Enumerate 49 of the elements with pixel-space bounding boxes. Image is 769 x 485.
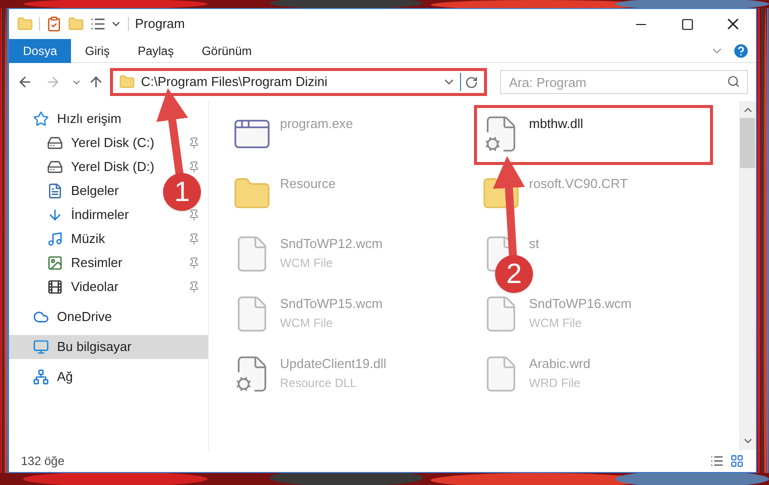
- ribbon-tab[interactable]: Paylaş: [124, 38, 188, 62]
- checklist-icon[interactable]: [46, 16, 62, 32]
- sidebar-item[interactable]: OneDrive: [9, 305, 120, 329]
- star-icon: [33, 111, 49, 127]
- large-icons-view-icon[interactable]: [730, 454, 744, 468]
- back-icon[interactable]: [17, 74, 33, 90]
- document-icon: [47, 183, 63, 199]
- refresh-icon[interactable]: [465, 76, 478, 88]
- sidebar-item[interactable]: İndirmeler: [9, 203, 137, 227]
- up-icon[interactable]: [88, 74, 104, 90]
- film-icon: [47, 279, 63, 295]
- sidebar-item[interactable]: Yerel Disk (C:): [9, 131, 162, 155]
- music-note-icon: [47, 231, 63, 247]
- cloud-icon: [33, 309, 49, 325]
- window-title: Program: [135, 15, 186, 34]
- sidebar-item[interactable]: Bu bilgisayar: [9, 335, 208, 359]
- sidebar-item[interactable]: Videolar: [9, 275, 126, 299]
- sidebar-item[interactable]: Yerel Disk (D:): [9, 155, 162, 179]
- download-icon: [47, 207, 63, 223]
- file-type: WCM File: [280, 314, 334, 332]
- search-icon: [727, 75, 740, 88]
- sidebar-item[interactable]: Resimler: [9, 251, 130, 275]
- file-type: WCM File: [529, 314, 583, 332]
- file-type: Resource DLL: [280, 374, 358, 392]
- sidebar-item[interactable]: Belgeler: [9, 179, 127, 203]
- file-type: WRD File: [529, 374, 582, 392]
- file-name[interactable]: mbthw.dll: [529, 114, 584, 134]
- sidebar-item[interactable]: Ağ: [9, 365, 81, 389]
- monitor-icon: [33, 339, 49, 355]
- sidebar-item[interactable]: Müzik: [9, 227, 113, 251]
- maximize-icon: [680, 18, 694, 30]
- network-icon: [33, 369, 49, 385]
- details-view-icon[interactable]: [710, 454, 724, 468]
- ribbon-tab[interactable]: Dosya: [9, 38, 72, 62]
- folder-icon: [119, 74, 135, 90]
- address-bar[interactable]: C:\Program Files\Program Dizini: [110, 68, 487, 96]
- search-field[interactable]: Ara: Program: [500, 70, 748, 94]
- item-count: 132 öğe: [21, 453, 66, 470]
- ribbon-tab[interactable]: Görünüm: [188, 38, 266, 62]
- properties-icon[interactable]: [90, 16, 106, 32]
- ribbon-tab[interactable]: Giriş: [71, 38, 124, 62]
- drive-icon: [47, 159, 63, 175]
- file-item[interactable]: mbthw.dll: [474, 105, 713, 165]
- sidebar-item[interactable]: Hızlı erişim: [9, 107, 130, 131]
- drive-icon: [47, 135, 63, 151]
- file-type: WCM File: [280, 254, 334, 272]
- image-icon: [47, 255, 63, 271]
- help-icon[interactable]: [732, 42, 750, 60]
- scrollbar-thumb[interactable]: [740, 118, 755, 168]
